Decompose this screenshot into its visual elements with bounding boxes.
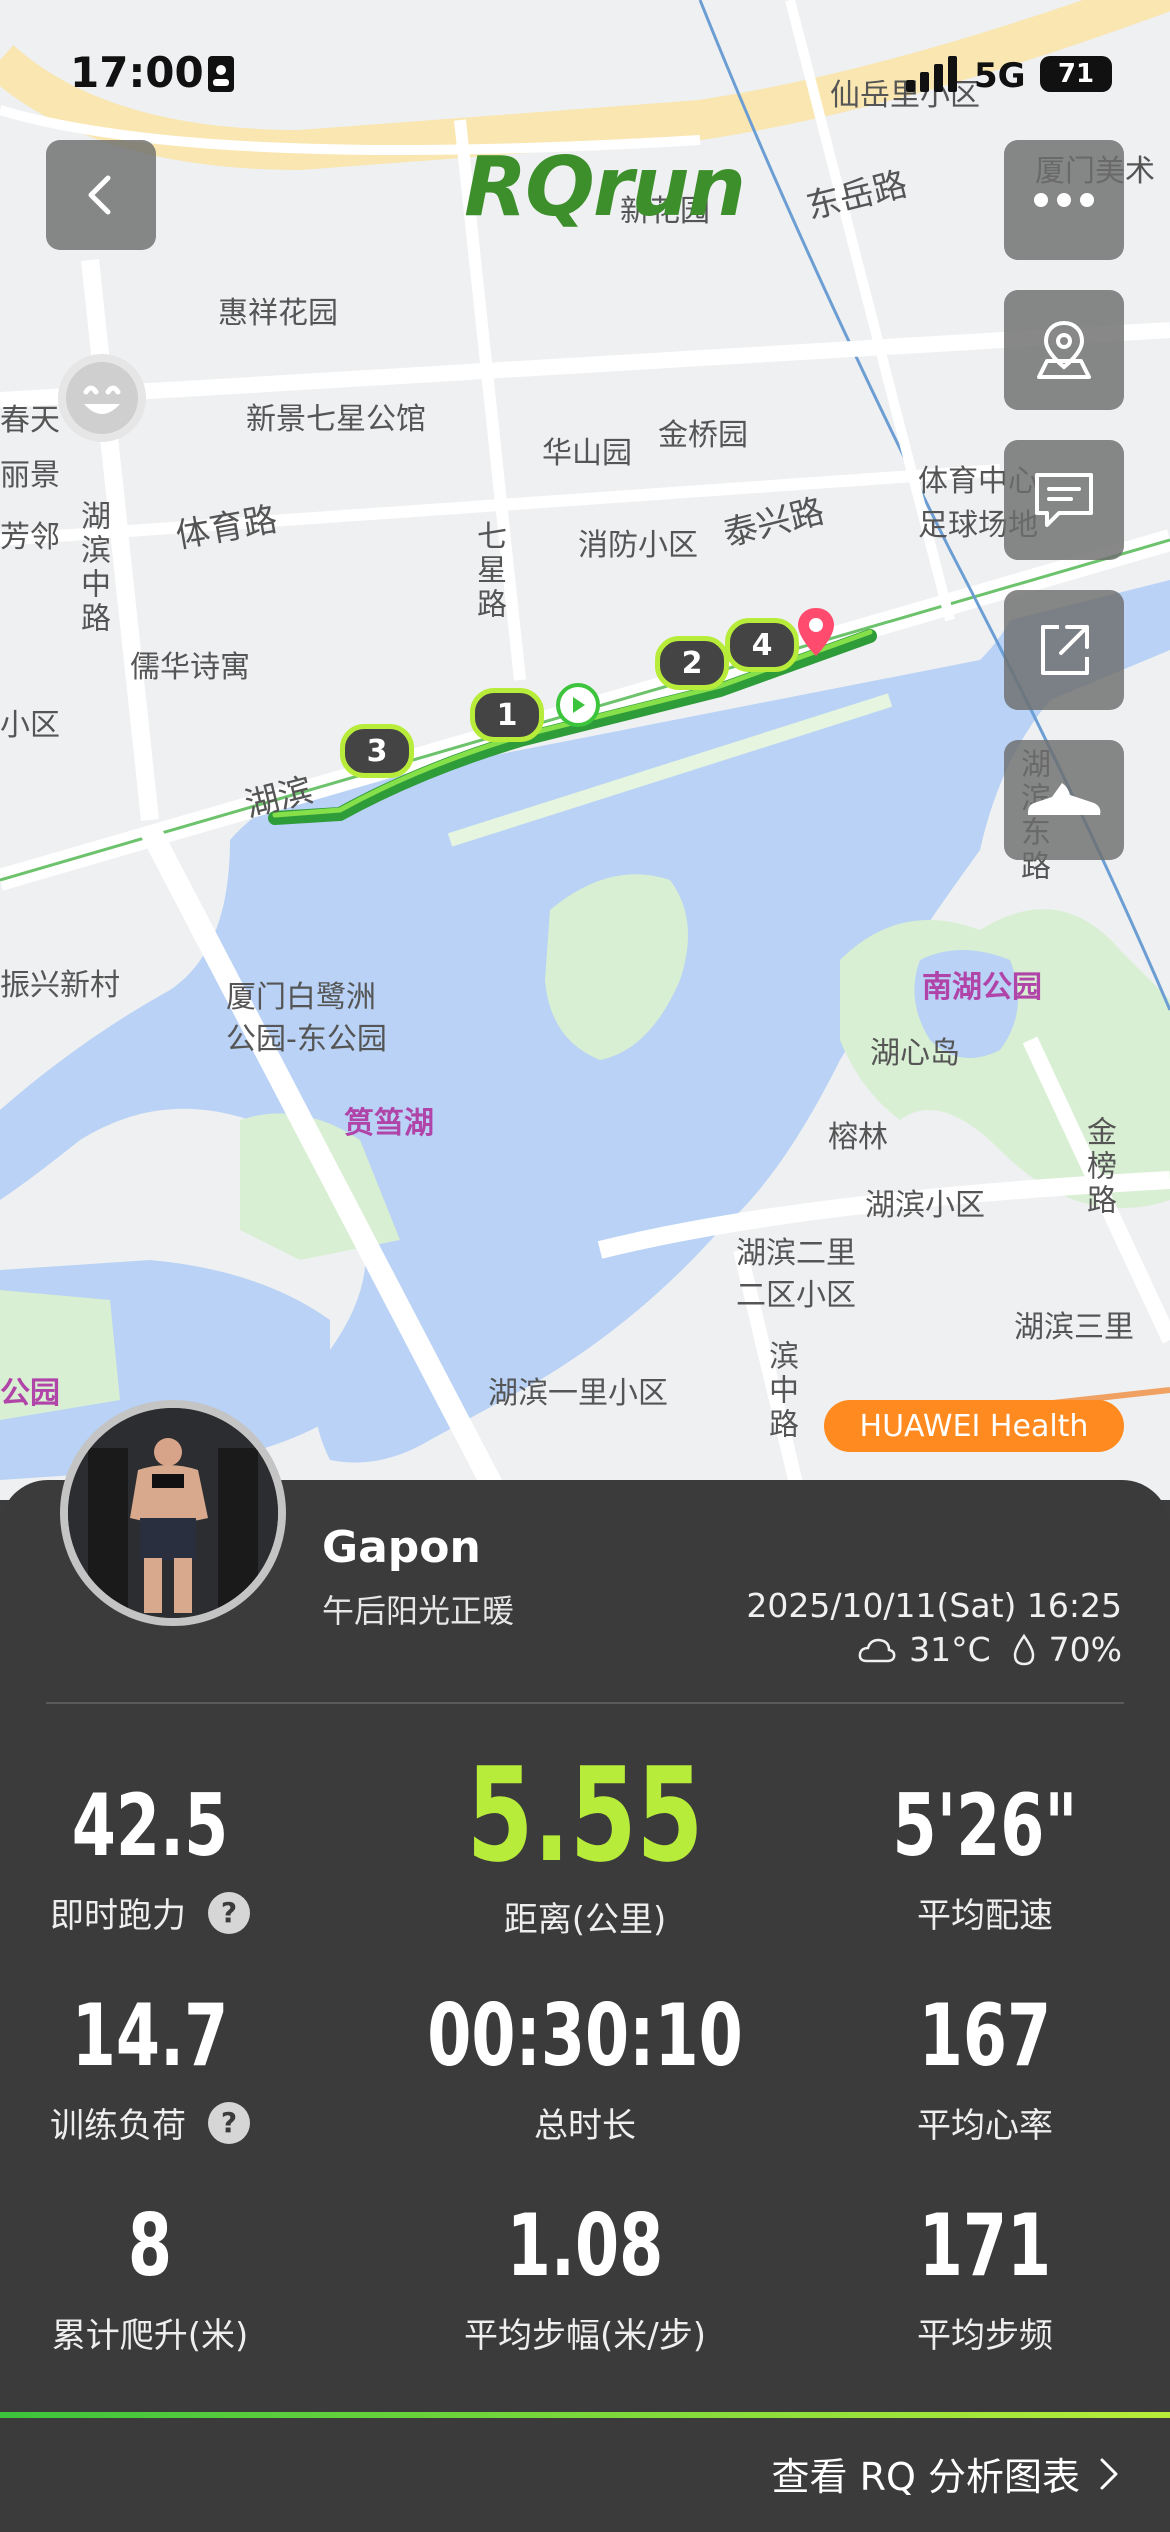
map-label: 金桥园 (658, 418, 748, 453)
help-icon[interactable]: ? (208, 1891, 250, 1934)
weather-cloud-icon (858, 1638, 896, 1662)
map-label: 儒华诗寓 (130, 650, 250, 685)
shoe-icon (1028, 783, 1101, 815)
map-label: 湖滨二里 (736, 1236, 856, 1271)
map-label: 榕林 (828, 1120, 888, 1155)
user-subtitle: 午后阳光正暖 (322, 1592, 515, 1630)
stat-avg-cadence: 171 平均步频 (917, 2196, 1053, 2356)
emoji-face-icon[interactable] (58, 354, 146, 442)
share-button[interactable] (1004, 590, 1124, 710)
weather-row: 31°C 70% (857, 1630, 1122, 1669)
stat-training-load: 14.7 训练负荷 ? (0, 1986, 345, 2147)
map-label: 七星路 (471, 520, 506, 622)
map-label: 消防小区 (578, 528, 698, 563)
shoe-button[interactable] (1004, 740, 1124, 860)
map-label: 湖滨三里 (1014, 1310, 1134, 1345)
analysis-chart-link[interactable]: 查看 RQ 分析图表 (772, 2446, 1120, 2501)
battery-level: 71 (1057, 59, 1095, 89)
share-icon (1041, 625, 1089, 675)
help-icon[interactable]: ? (208, 2101, 250, 2144)
chevron-right-icon (1100, 2458, 1118, 2489)
comment-icon (1035, 473, 1093, 527)
accent-line (0, 2412, 1170, 2418)
play-icon (573, 697, 585, 713)
lap-marker[interactable]: 4 (725, 618, 799, 672)
comment-button[interactable] (1004, 440, 1124, 560)
divider (46, 1702, 1124, 1704)
battery-icon: 71 (1040, 56, 1112, 92)
user-name: Gapon (322, 1522, 481, 1573)
humidity: 70% (1048, 1630, 1122, 1669)
back-icon (88, 175, 111, 215)
lap-marker[interactable]: 3 (340, 724, 414, 778)
map-label: 二区小区 (736, 1278, 856, 1313)
map-label: 振兴新村 (0, 968, 120, 1003)
app-logo: RQrun (464, 140, 746, 235)
location-button[interactable] (1004, 290, 1124, 410)
map-label: 湖滨小区 (865, 1188, 985, 1223)
end-pin-icon (798, 608, 834, 656)
status-time: 17:00 (70, 48, 204, 97)
stat-vdot: 42.5 即时跑力 ? (0, 1776, 345, 1937)
stat-avg-stride: 1.08 平均步幅(米/步) (464, 2196, 706, 2356)
map-label: 丽景 (0, 458, 60, 493)
map-label: 公园 (0, 1376, 60, 1411)
temperature: 31°C (909, 1630, 991, 1669)
map-label: 芳邻 (0, 520, 60, 555)
route-map[interactable]: 仙岳里小区 厦门美术 新花园 东岳路 惠祥花园 新景七星公馆 华山园 金桥园 体… (0, 0, 1170, 1500)
map-label: 湖滨一里小区 (488, 1376, 668, 1411)
map-label: 小区 (0, 708, 60, 743)
signal-icon (906, 56, 957, 92)
map-label: 公园-东公园 (226, 1022, 387, 1057)
map-label: 厦门白鹭洲 (226, 980, 376, 1015)
workout-datetime: 2025/10/11(Sat) 16:25 (746, 1586, 1122, 1625)
stat-duration: 00:30:10 总时长 (427, 1986, 743, 2146)
network-type: 5G (974, 56, 1026, 96)
avatar[interactable] (60, 1400, 286, 1626)
map-label: 华山园 (542, 436, 632, 471)
stat-avg-heart-rate: 167 平均心率 (917, 1986, 1053, 2146)
lap-marker[interactable]: 1 (470, 688, 544, 742)
map-label: 滨中路 (763, 1340, 798, 1442)
map-label: 湖滨中路 (75, 500, 110, 636)
more-icon (1034, 193, 1094, 207)
map-label: 湖心岛 (870, 1036, 960, 1071)
map-label: 筼筜湖 (344, 1106, 434, 1141)
stat-avg-pace: 5'26" 平均配速 (892, 1776, 1078, 1936)
map-label: 新景七星公馆 (246, 402, 426, 437)
start-marker (556, 683, 600, 727)
lap-marker[interactable]: 2 (655, 636, 729, 690)
location-icon (1037, 320, 1091, 379)
huawei-health-badge[interactable]: HUAWEI Health (824, 1400, 1124, 1452)
humidity-drop-icon (1013, 1633, 1034, 1665)
stat-distance: 5.55 距离(公里) (466, 1739, 704, 1940)
map-label: 惠祥花园 (218, 296, 338, 331)
summary-panel: Gapon 午后阳光正暖 2025/10/11(Sat) 16:25 31°C … (0, 1400, 1170, 2532)
map-label: 金榜路 (1081, 1116, 1116, 1218)
more-button[interactable] (1004, 140, 1124, 260)
back-button[interactable] (46, 140, 156, 250)
id-card-icon (208, 56, 234, 92)
map-label: 春天 (0, 403, 60, 438)
stat-elevation-gain: 8 累计爬升(米) (51, 2196, 249, 2356)
avatar-image (68, 1408, 278, 1618)
map-label: 南湖公园 (922, 970, 1042, 1005)
